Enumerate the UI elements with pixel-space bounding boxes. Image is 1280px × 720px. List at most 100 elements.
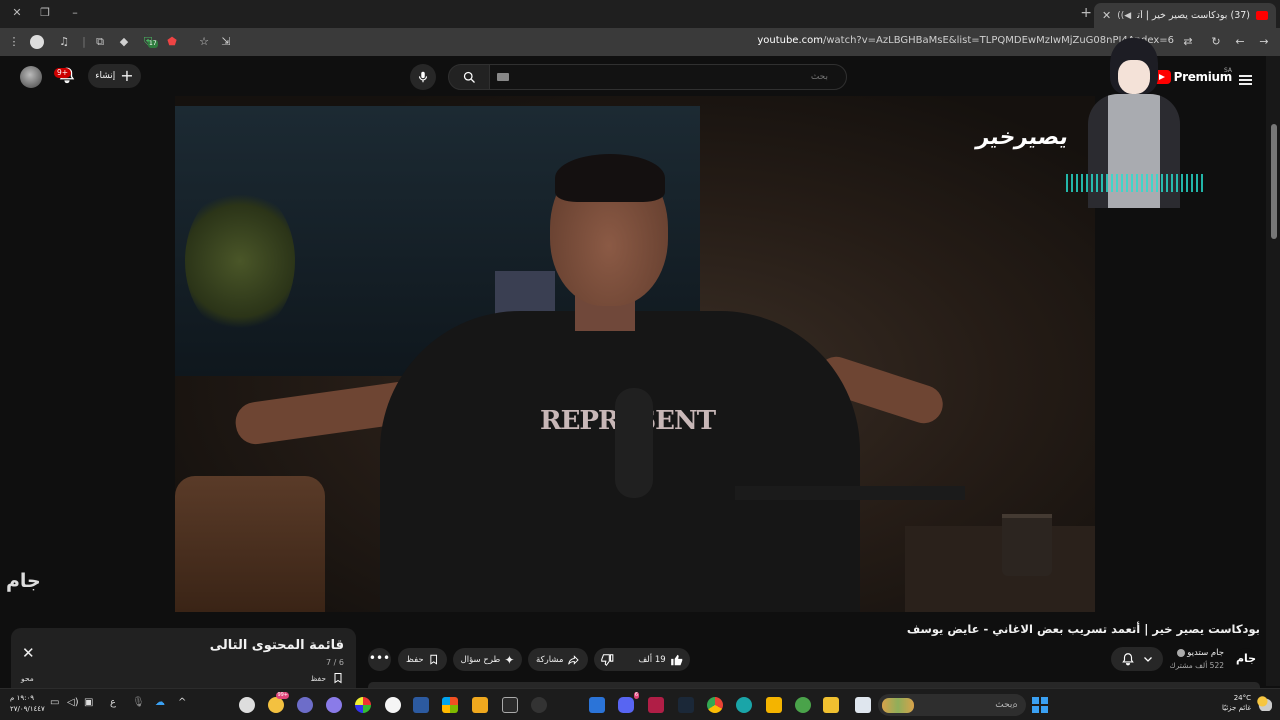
minimize-window-icon[interactable]: – (68, 6, 82, 20)
taskbar-search[interactable]: ⌕ بحث (878, 694, 1026, 716)
app-color-icon[interactable] (355, 697, 371, 713)
scrollbar-thumb[interactable] (1271, 124, 1277, 239)
video-player[interactable]: REPRESENT (175, 96, 1095, 612)
browser-menu-icon[interactable]: ⋮ (6, 34, 22, 50)
forward-arrow-icon[interactable]: → (1256, 34, 1272, 50)
weather-description: غائم جزئيًا (1221, 704, 1251, 712)
app-arrow-icon[interactable] (472, 697, 488, 713)
search-icon (463, 71, 475, 83)
video-plant (185, 186, 295, 336)
video-table (905, 526, 1095, 612)
share-page-icon[interactable]: ⇲ (218, 34, 234, 50)
tray-chevron-up-icon[interactable]: ^ (178, 697, 186, 708)
channel-avatar[interactable]: جام (1235, 648, 1257, 670)
upnext-playlist-panel: قائمة المحتوى التالى 7 / 6 ✕ حفظ محو (11, 628, 356, 688)
save-button[interactable]: حفظ (398, 648, 447, 671)
volume-icon[interactable]: ◁) (67, 697, 79, 708)
bookmark-icon (334, 673, 342, 684)
video-person-hair (555, 154, 665, 202)
windows-start-icon[interactable] (1032, 697, 1048, 713)
task-view-icon[interactable] (855, 697, 871, 713)
upnext-position: 7 / 6 (326, 658, 344, 667)
extension-adblock-icon[interactable]: ⬟ (164, 34, 180, 50)
edge-icon[interactable] (736, 697, 752, 713)
media-controls-icon[interactable]: ♫ (56, 34, 72, 50)
reload-icon[interactable]: ↻ (1208, 34, 1224, 50)
back-arrow-icon[interactable]: ← (1232, 34, 1248, 50)
upnext-save-button[interactable]: حفظ (310, 672, 344, 684)
app-violet-icon[interactable] (297, 697, 313, 713)
onedrive-icon[interactable]: ☁ (155, 697, 165, 708)
discord-icon[interactable]: 6 (618, 692, 639, 713)
share-button[interactable]: مشاركة (528, 648, 588, 671)
verified-icon (1176, 648, 1185, 657)
steam-icon[interactable] (678, 697, 694, 713)
voice-search-button[interactable] (410, 64, 436, 90)
bookmark-star-icon[interactable]: ☆ (196, 34, 212, 50)
vtuber-overlay (1058, 38, 1208, 208)
keyboard-language[interactable]: ع (110, 697, 116, 708)
keyboard-icon[interactable] (497, 73, 509, 81)
app-a-icon[interactable] (648, 697, 664, 713)
microphone-icon (418, 71, 428, 83)
subscribed-button[interactable] (1111, 647, 1163, 671)
battery-icon[interactable]: ▭ (50, 697, 59, 708)
chrome-active-icon[interactable] (795, 697, 811, 713)
obs-icon[interactable] (531, 697, 547, 713)
app-purple-icon[interactable] (326, 697, 342, 713)
chrome-icon[interactable] (707, 697, 723, 713)
vtuber-glow (1066, 174, 1204, 192)
taskbar-clock[interactable]: ١٩:٠٩ م ٢٧/٠٩/١٤٤٧ (10, 693, 45, 715)
profile-icon[interactable] (30, 35, 44, 49)
weather-widget[interactable]: 24°C غائم جزئيًا (1222, 693, 1272, 713)
create-button[interactable]: إنشاء + (88, 64, 141, 88)
extension-shield-icon[interactable]: ⛨17 (140, 34, 158, 50)
restore-window-icon[interactable]: ❐ (38, 6, 52, 20)
youtube-favicon-icon (1256, 11, 1268, 20)
search-input[interactable] (489, 64, 847, 90)
terminal-icon[interactable] (413, 697, 429, 713)
video-microphone (615, 388, 653, 498)
settings-gear-icon[interactable] (239, 697, 255, 713)
account-avatar[interactable] (20, 66, 42, 88)
app-u-icon[interactable] (385, 697, 401, 713)
epic-games-icon[interactable] (502, 697, 518, 713)
microsoft-icon[interactable] (442, 697, 458, 713)
close-window-icon[interactable]: ✕ (10, 6, 24, 20)
more-actions-button[interactable]: ••• (368, 648, 391, 671)
podcast-watermark-logo: يصيرخير (974, 125, 1071, 150)
country-code: SA (1223, 67, 1232, 74)
channel-name[interactable]: جام ستديو (1175, 648, 1224, 658)
video-title: بودكاست يصير خير | أتعمد تسريب بعض الاغا… (906, 622, 1260, 636)
chevron-down-icon (1143, 657, 1152, 662)
tab-close-button[interactable]: ✕ (1102, 9, 1111, 22)
thumbs-up-icon (670, 654, 682, 665)
new-tab-button[interactable]: + (1080, 5, 1092, 21)
extensions-icon[interactable]: ⧉ (92, 34, 108, 50)
store-app-icon[interactable] (823, 697, 839, 713)
guide-menu-icon[interactable] (1239, 75, 1252, 85)
video-shelf (495, 271, 555, 316)
like-button[interactable]: 19 ألف (630, 648, 691, 671)
toolbar-divider: | (82, 35, 86, 48)
file-explorer-icon[interactable] (766, 697, 782, 713)
page-scrollbar[interactable] (1266, 56, 1280, 686)
search-button[interactable] (448, 64, 490, 90)
thumbs-down-icon (601, 653, 614, 666)
mic-muted-icon[interactable]: 🎙 (132, 697, 145, 708)
dislike-button[interactable] (592, 648, 622, 671)
browser-tab-strip: ✕ ❐ – + (37) بودكاست يصير خير | أتعـ ◀))… (0, 0, 1280, 28)
ask-question-button[interactable]: ✦ طرح سؤال (453, 648, 522, 671)
network-icon[interactable]: ▣ (84, 697, 93, 708)
chrome-canary-icon[interactable]: 99+ (268, 692, 289, 713)
mail-icon[interactable] (589, 697, 605, 713)
audio-playing-icon[interactable]: ◀)) (1117, 11, 1131, 21)
temperature: 24°C (1233, 694, 1251, 702)
partly-cloudy-icon (1256, 695, 1272, 711)
browser-tab-active[interactable]: (37) بودكاست يصير خير | أتعـ ◀)) ✕ (1094, 3, 1276, 28)
upnext-close-button[interactable]: ✕ (22, 644, 35, 662)
notification-count-badge: 9+ (54, 68, 72, 78)
video-cup (1002, 514, 1052, 576)
plus-icon: + (120, 66, 134, 85)
extension-diamond-icon[interactable]: ◆ (116, 34, 132, 50)
